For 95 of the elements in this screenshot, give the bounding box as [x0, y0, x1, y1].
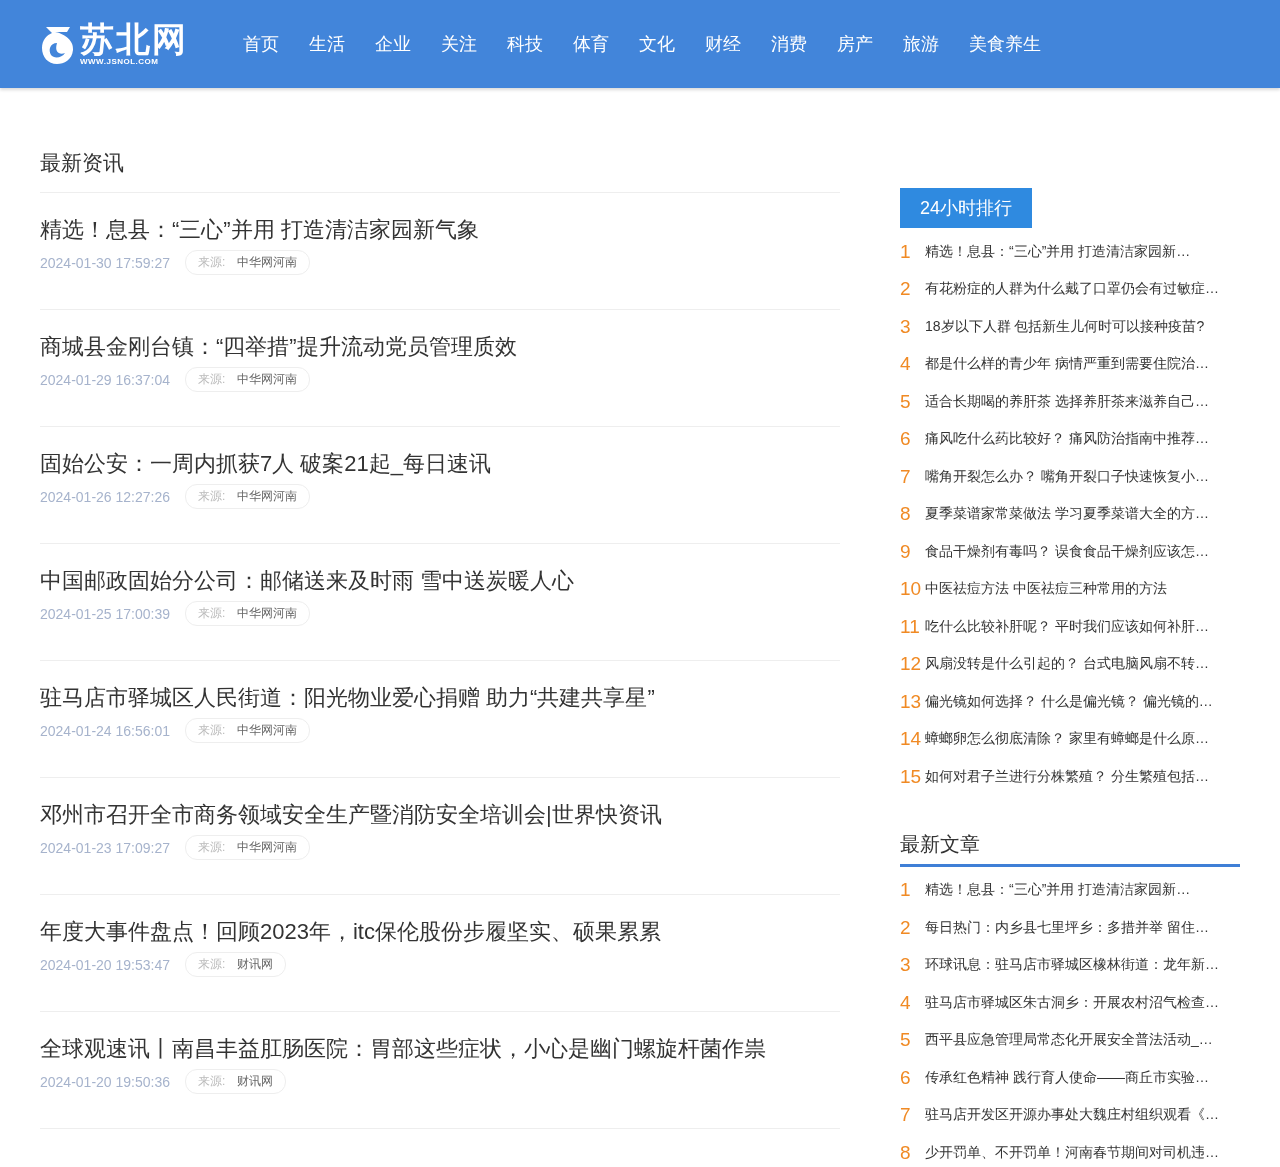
nav-link[interactable]: 财经 [690, 0, 756, 88]
source-name: 财讯网 [237, 1073, 274, 1090]
nav-link[interactable]: 关注 [426, 0, 492, 88]
rank-number: 5 [900, 391, 912, 412]
publish-time: 2024-01-25 17:00:39 [40, 605, 170, 622]
article-link[interactable]: 驻马店开发区开源办事处大魏庄村组织观看《… [925, 1106, 1219, 1125]
article-link[interactable]: 少开罚单、不开罚单！河南春节期间对司机违… [925, 1143, 1219, 1162]
article-link[interactable]: 食品干燥剂有毒吗？ 误食食品干燥剂应该怎… [925, 542, 1209, 561]
rank-number: 1 [900, 880, 912, 901]
article-link[interactable]: 西平县应急管理局常态化开展安全普法活动_… [925, 1031, 1213, 1050]
nav-link[interactable]: 消费 [756, 0, 822, 88]
article-link[interactable]: 嘴角开裂怎么办？ 嘴角开裂口子快速恢复小… [925, 467, 1209, 486]
rank-number: 13 [900, 691, 923, 712]
article-link[interactable]: 如何对君子兰进行分株繁殖？ 分生繁殖包括… [925, 767, 1209, 786]
rank-number: 10 [900, 579, 923, 600]
article-title[interactable]: 商城县金刚台镇：“四举措”提升流动党员管理质效 [40, 330, 840, 364]
source-name: 财讯网 [237, 956, 274, 973]
article-link[interactable]: 痛风吃什么药比较好？ 痛风防治指南中推荐… [925, 430, 1209, 449]
source-label: 来源: [198, 722, 226, 739]
source-label: 来源: [198, 371, 226, 388]
rank-number: 11 [900, 616, 921, 637]
section-title: 最新文章 [900, 825, 1240, 867]
rank-number: 7 [900, 466, 912, 487]
article-link[interactable]: 环球讯息：驻马店市驿城区橡林街道：龙年新… [925, 956, 1219, 975]
rank-number: 12 [900, 654, 923, 675]
nav-link[interactable]: 体育 [558, 0, 624, 88]
article-link[interactable]: 吃什么比较补肝呢？ 平时我们应该如何补肝… [925, 617, 1209, 636]
nav-link[interactable]: 美食养生 [954, 0, 1056, 88]
publish-time: 2024-01-29 16:37:04 [40, 371, 170, 388]
source-name: 中华网河南 [237, 605, 298, 622]
article-link[interactable]: 适合长期喝的养肝茶 选择养肝茶来滋养自己… [925, 392, 1209, 411]
source-name: 中华网河南 [237, 371, 298, 388]
article-title[interactable]: 固始公安：一周内抓获7人 破案21起_每日速讯 [40, 447, 840, 481]
rank-number: 2 [900, 279, 912, 300]
article-link[interactable]: 有花粉症的人群为什么戴了口罩仍会有过敏症… [925, 280, 1219, 299]
rank-number: 8 [900, 1142, 912, 1163]
article-title[interactable]: 全球观速讯丨南昌丰益肛肠医院：胃部这些症状，小心是幽门螺旋杆菌作祟 [40, 1032, 840, 1066]
rank-number: 8 [900, 504, 912, 525]
rank-number: 6 [900, 1067, 912, 1088]
article-link[interactable]: 驻马店市驿城区朱古洞乡：开展农村沼气检查… [925, 993, 1219, 1012]
publish-time: 2024-01-20 19:50:36 [40, 1073, 170, 1090]
source-name: 中华网河南 [237, 254, 298, 271]
publish-time: 2024-01-30 17:59:27 [40, 254, 170, 271]
section-title: 最新资讯 [40, 140, 840, 193]
nav-link[interactable]: 企业 [360, 0, 426, 88]
source-label: 来源: [198, 488, 226, 505]
article-link[interactable]: 蟑螂卵怎么彻底清除？ 家里有蟑螂是什么原… [925, 730, 1209, 749]
article-link[interactable]: 中医祛痘方法 中医祛痘三种常用的方法 [925, 580, 1167, 599]
rank-number: 15 [900, 766, 923, 787]
rank-number: 9 [900, 541, 912, 562]
publish-time: 2024-01-23 17:09:27 [40, 839, 170, 856]
source-label: 来源: [198, 1073, 226, 1090]
rank-number: 5 [900, 1030, 912, 1051]
source-label: 来源: [198, 956, 226, 973]
article-link[interactable]: 都是什么样的青少年 病情严重到需要住院治… [925, 355, 1209, 374]
rank-number: 1 [900, 241, 912, 262]
article-link[interactable]: 传承红色精神 践行育人使命——商丘市实验… [925, 1068, 1209, 1087]
rank-number: 4 [900, 354, 912, 375]
nav-link[interactable]: 文化 [624, 0, 690, 88]
rank-number: 6 [900, 429, 912, 450]
nav-link[interactable]: 首页 [228, 0, 294, 88]
publish-time: 2024-01-26 12:27:26 [40, 488, 170, 505]
article-link[interactable]: 夏季菜谱家常菜做法 学习夏季菜谱大全的方… [925, 505, 1209, 524]
source-label: 来源: [198, 839, 226, 856]
article-link[interactable]: 偏光镜如何选择？ 什么是偏光镜？ 偏光镜的… [925, 692, 1213, 711]
source-name: 中华网河南 [237, 722, 298, 739]
source-name: 中华网河南 [237, 839, 298, 856]
article-link[interactable]: 风扇没转是什么引起的？ 台式电脑风扇不转… [925, 655, 1209, 674]
rank-number: 7 [900, 1105, 912, 1126]
rank-number: 3 [900, 316, 912, 337]
nav-link[interactable]: 旅游 [888, 0, 954, 88]
ranking-tab[interactable]: 24小时排行 [900, 188, 1033, 228]
article-title[interactable]: 精选！息县：“三心”并用 打造清洁家园新气象 [40, 213, 840, 247]
source-name: 中华网河南 [237, 488, 298, 505]
source-label: 来源: [198, 254, 226, 271]
rank-number: 2 [900, 917, 912, 938]
article-title[interactable]: 驻马店市驿城区人民街道：阳光物业爱心捐赠 助力“共建共享星” [40, 681, 840, 715]
article-title[interactable]: 中国邮政固始分公司：邮储送来及时雨 雪中送炭暖人心 [40, 564, 840, 598]
article-link[interactable]: 精选！息县：“三心”并用 打造清洁家园新… [925, 242, 1191, 261]
article-title[interactable]: 年度大事件盘点！回顾2023年，itc保伦股份步履坚实、硕果累累 [40, 915, 840, 949]
logo-url: WWW.JSNOL.COM [80, 57, 159, 67]
article-link[interactable]: 精选！息县：“三心”并用 打造清洁家园新… [925, 881, 1191, 900]
nav-link[interactable]: 生活 [294, 0, 360, 88]
rank-number: 4 [900, 992, 912, 1013]
nav-link[interactable]: 房产 [822, 0, 888, 88]
source-label: 来源: [198, 605, 226, 622]
article-title[interactable]: 邓州市召开全市商务领域安全生产暨消防安全培训会|世界快资讯 [40, 798, 840, 832]
logo-text: 苏北网 [80, 21, 188, 57]
publish-time: 2024-01-24 16:56:01 [40, 722, 170, 739]
nav-link[interactable]: 科技 [492, 0, 558, 88]
article-link[interactable]: 每日热门：内乡县七里坪乡：多措并举 留住… [925, 918, 1209, 937]
article-link[interactable]: 18岁以下人群 包括新生儿何时可以接种疫苗? [925, 317, 1205, 336]
rank-number: 3 [900, 955, 912, 976]
rank-number: 14 [900, 729, 923, 750]
publish-time: 2024-01-20 19:53:47 [40, 956, 170, 973]
